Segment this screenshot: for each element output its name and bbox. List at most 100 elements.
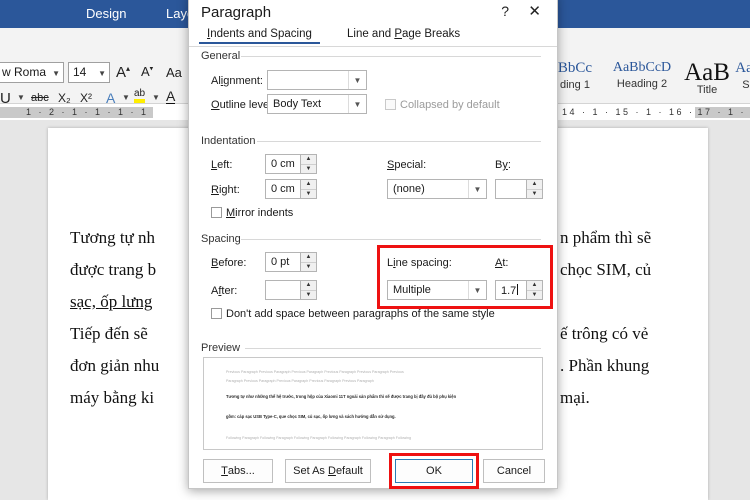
mirror-indents-checkbox[interactable]: Mirror indents	[211, 207, 293, 219]
tab-label-rest: age Breaks	[402, 28, 461, 40]
chevron-down-icon: ▼	[52, 69, 60, 78]
doc-text-line: máy bằng ki	[70, 388, 155, 407]
label-space-before: Before:	[211, 257, 247, 269]
superscript-icon[interactable]: X²	[80, 92, 92, 104]
change-case-label: Aa	[166, 65, 182, 80]
change-case-icon[interactable]: Aa	[166, 66, 182, 79]
chevron-down-icon[interactable]: ▼	[17, 94, 25, 102]
ruler-right-ticks-2: 17 · 1 · 18 · 1 · 19	[694, 106, 750, 118]
spinner-buttons[interactable]: ▲ ▼	[300, 179, 317, 199]
strikethrough-label: abc	[31, 92, 49, 104]
ok-button-label: OK	[426, 465, 442, 477]
paragraph-preview: Previous Paragraph Previous Paragraph Pr…	[203, 357, 543, 450]
label-outline-level: Outline level:	[211, 99, 275, 111]
label-alignment: Alignment:	[211, 75, 263, 87]
line-spacing-combo[interactable]: Multiple ▼	[387, 280, 487, 300]
tab-label: Line and	[347, 28, 395, 40]
dont-add-space-checkbox[interactable]: Don't add space between paragraphs of th…	[211, 308, 495, 320]
ruler-left[interactable]: 1 · 2 · 1 · 1 · 1 · 1	[0, 104, 190, 120]
space-before-spinner[interactable]: 0 pt ▲ ▼	[265, 252, 317, 272]
group-rule	[257, 141, 541, 142]
indent-right-value: 0 cm	[271, 183, 295, 195]
doc-text-line: . Phần khung	[560, 356, 650, 375]
chevron-down-icon[interactable]: ▼	[468, 281, 486, 299]
style-subtitle[interactable]: AaB Su	[732, 60, 750, 91]
by-spinner[interactable]: ▲ ▼	[495, 179, 543, 199]
doc-text-line: ế trông có vẻ	[560, 324, 649, 343]
style-title[interactable]: AaB Title	[680, 60, 734, 96]
grow-font-icon[interactable]: A▴	[116, 65, 130, 81]
close-icon[interactable]: ✕	[528, 2, 541, 20]
indent-left-spinner[interactable]: 0 cm ▲ ▼	[265, 154, 317, 174]
checkbox-box	[211, 207, 222, 218]
at-value: 1.7	[501, 285, 517, 297]
mirror-indents-label: irror indents	[235, 207, 294, 219]
shrink-font-label: A	[141, 64, 150, 79]
space-after-spinner[interactable]: ▲ ▼	[265, 280, 317, 300]
font-name-combo[interactable]: w Roma ▼	[0, 62, 64, 83]
spinner-buttons[interactable]: ▲ ▼	[300, 252, 317, 272]
tabs-button-label: abs...	[227, 465, 255, 477]
button-accel: T	[221, 465, 228, 477]
at-spinner[interactable]: 1.7 ▲ ▼	[495, 280, 543, 300]
ribbon-tab-design[interactable]: Design	[78, 3, 134, 24]
text-effects-icon[interactable]: A	[106, 91, 115, 105]
ok-button[interactable]: OK	[395, 459, 473, 483]
spinner-up-icon: ▲	[301, 180, 316, 190]
chevron-down-icon[interactable]: ▼	[152, 94, 160, 102]
shrink-font-icon[interactable]: A▾	[141, 65, 153, 78]
set-as-default-button[interactable]: Set As Default	[285, 459, 371, 483]
cancel-button-label: Cancel	[496, 465, 532, 477]
tab-indents-and-spacing[interactable]: Indents and Spacing	[199, 26, 320, 44]
tabs-button[interactable]: Tabs...	[203, 459, 273, 483]
special-combo[interactable]: (none) ▼	[387, 179, 487, 199]
cancel-button[interactable]: Cancel	[483, 459, 545, 483]
spinner-down-icon: ▼	[531, 190, 538, 197]
tab-line-and-page-breaks[interactable]: Line and Page Breaks	[339, 26, 468, 42]
chevron-down-icon[interactable]: ▼	[122, 94, 130, 102]
dialog-body: General Alignment: ▼ Outline level: Body…	[189, 47, 557, 489]
outline-level-combo[interactable]: Body Text ▼	[267, 94, 367, 114]
chevron-down-icon[interactable]: ▼	[348, 95, 366, 113]
preview-previous-line: Paragraph Previous Paragraph Previous Pa…	[226, 379, 374, 383]
font-size-combo[interactable]: 14 ▼	[68, 62, 110, 83]
group-rule	[241, 56, 541, 57]
special-value: (none)	[393, 183, 425, 195]
indent-right-spinner[interactable]: 0 cm ▲ ▼	[265, 179, 317, 199]
highlight-icon[interactable]: ab	[134, 89, 146, 103]
button-accel: D	[327, 465, 336, 477]
spinner-buttons[interactable]: ▲ ▼	[526, 280, 543, 300]
group-rule	[241, 239, 541, 240]
alignment-combo[interactable]: ▼	[267, 70, 367, 90]
chevron-down-icon[interactable]: ▼	[468, 180, 486, 198]
doc-text-line: Tương tự nh	[70, 228, 156, 247]
collapsed-by-default-checkbox[interactable]: Collapsed by default	[385, 99, 500, 111]
label-line-spacing: Line spacing:	[387, 257, 452, 269]
subscript-label: X₂	[58, 91, 71, 105]
ruler-right[interactable]: 14 · 1 · 15 · 1 · 16 · 17 · 1 · 18 · 1 ·…	[560, 104, 750, 120]
spinner-down-icon: ▼	[531, 291, 538, 298]
spinner-buttons[interactable]: ▲ ▼	[300, 280, 317, 300]
spinner-up-icon: ▲	[301, 253, 316, 263]
label-space-after: After:	[211, 285, 238, 297]
font-color-label: A	[166, 88, 176, 104]
strikethrough-icon[interactable]: abc	[31, 93, 49, 104]
group-title-preview: Preview	[201, 342, 246, 354]
spinner-buttons[interactable]: ▲ ▼	[526, 179, 543, 199]
doc-text-line: được trang b	[70, 260, 157, 279]
doc-text-line: mại.	[560, 388, 590, 407]
spinner-up-icon: ▲	[527, 281, 542, 291]
doc-text-line: chọc SIM, củ	[560, 260, 652, 279]
preview-current-line: gồm: cáp sạc USB Type-C, que chọc SIM, c…	[226, 414, 396, 419]
style-sample: AaB	[684, 59, 730, 86]
chevron-down-icon[interactable]: ▼	[348, 71, 366, 89]
spinner-buttons[interactable]: ▲ ▼	[300, 154, 317, 174]
dialog-tab-strip: Indents and Spacing Line and Page Breaks	[189, 23, 557, 47]
label-indent-right: Right:	[211, 184, 240, 196]
subscript-icon[interactable]: X₂	[58, 92, 71, 104]
label-special: Special:	[387, 159, 427, 171]
doc-text-line: đơn giản nhu	[70, 356, 160, 375]
ruler-right-ticks: 14 · 1 · 15 · 1 · 16 ·	[562, 107, 695, 117]
help-icon[interactable]: ?	[501, 3, 509, 19]
style-heading-2[interactable]: AaBbCcD Heading 2	[604, 60, 680, 90]
